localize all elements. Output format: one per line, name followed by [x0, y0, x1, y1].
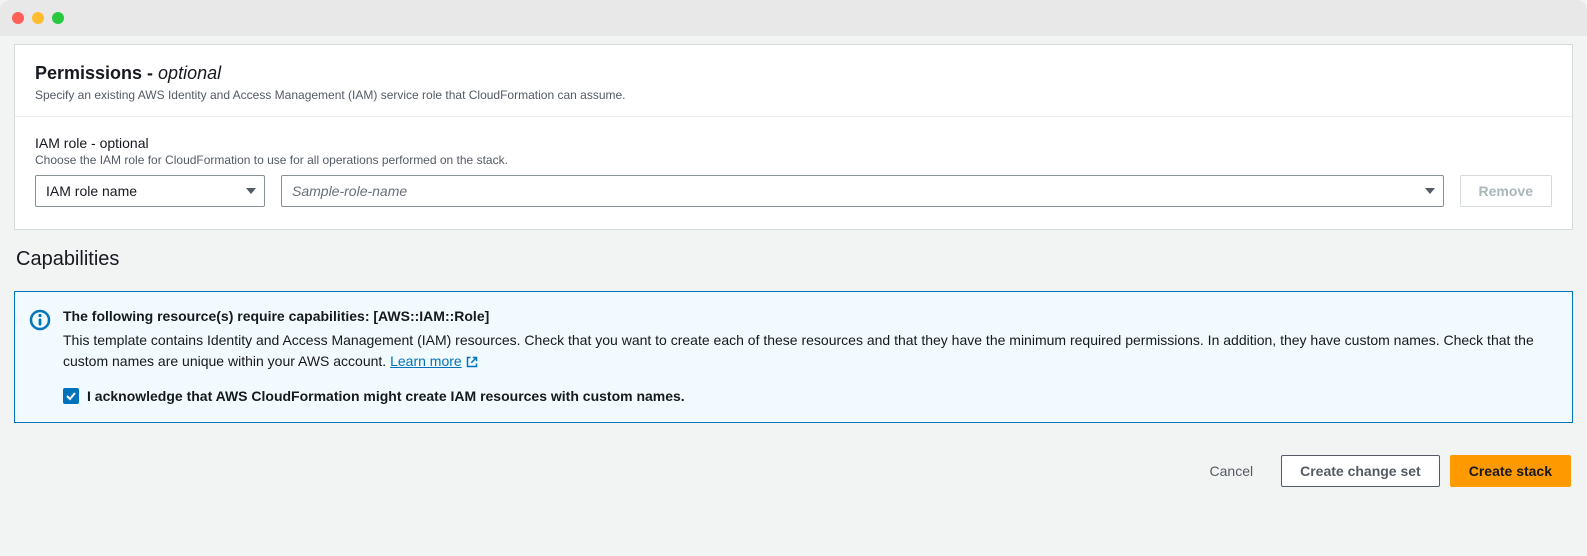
footer-actions: Cancel Create change set Create stack — [14, 455, 1573, 487]
iam-role-name-placeholder: Sample-role-name — [292, 183, 407, 199]
permissions-panel: Permissions - optional Specify an existi… — [14, 44, 1573, 230]
acknowledge-label: I acknowledge that AWS CloudFormation mi… — [87, 388, 685, 404]
cancel-button-label: Cancel — [1210, 463, 1254, 479]
create-change-set-button[interactable]: Create change set — [1281, 455, 1440, 487]
window-close-icon[interactable] — [12, 12, 24, 24]
capabilities-infobox: The following resource(s) require capabi… — [14, 291, 1573, 423]
check-icon — [65, 390, 77, 402]
permissions-title: Permissions - optional — [35, 63, 1552, 84]
cancel-button[interactable]: Cancel — [1192, 455, 1272, 487]
infobox-body: The following resource(s) require capabi… — [63, 308, 1554, 404]
window-maximize-icon[interactable] — [52, 12, 64, 24]
info-icon — [29, 309, 53, 404]
iam-role-name-combo[interactable]: Sample-role-name — [281, 175, 1444, 207]
learn-more-label: Learn more — [390, 351, 462, 372]
remove-button-label: Remove — [1479, 183, 1533, 199]
chevron-down-icon — [1425, 188, 1435, 194]
permissions-body: IAM role - optional Choose the IAM role … — [15, 117, 1572, 229]
infobox-title: The following resource(s) require capabi… — [63, 308, 1554, 324]
page-content: Permissions - optional Specify an existi… — [0, 36, 1587, 509]
infobox-text-content: This template contains Identity and Acce… — [63, 332, 1534, 369]
infobox-text: This template contains Identity and Acce… — [63, 330, 1554, 372]
iam-role-label: IAM role - optional — [35, 135, 1552, 151]
create-change-set-label: Create change set — [1300, 463, 1421, 479]
external-link-icon — [466, 356, 478, 368]
acknowledge-row: I acknowledge that AWS CloudFormation mi… — [63, 388, 1554, 404]
permissions-header: Permissions - optional Specify an existi… — [15, 45, 1572, 117]
chevron-down-icon — [246, 188, 256, 194]
iam-role-type-select[interactable]: IAM role name — [35, 175, 265, 207]
capabilities-heading: Capabilities — [16, 248, 1573, 271]
app-window: Permissions - optional Specify an existi… — [0, 0, 1587, 509]
window-titlebar — [0, 0, 1587, 36]
iam-role-row: IAM role name Sample-role-name Remove — [35, 175, 1552, 207]
permissions-description: Specify an existing AWS Identity and Acc… — [35, 88, 1552, 102]
acknowledge-checkbox[interactable] — [63, 388, 79, 404]
iam-role-type-value: IAM role name — [46, 183, 137, 199]
iam-role-sublabel: Choose the IAM role for CloudFormation t… — [35, 153, 1552, 167]
remove-button[interactable]: Remove — [1460, 175, 1552, 207]
learn-more-link[interactable]: Learn more — [390, 351, 478, 372]
window-minimize-icon[interactable] — [32, 12, 44, 24]
create-stack-button[interactable]: Create stack — [1450, 455, 1571, 487]
permissions-title-optional: optional — [158, 63, 221, 83]
permissions-title-text: Permissions - — [35, 63, 158, 83]
create-stack-label: Create stack — [1469, 463, 1552, 479]
